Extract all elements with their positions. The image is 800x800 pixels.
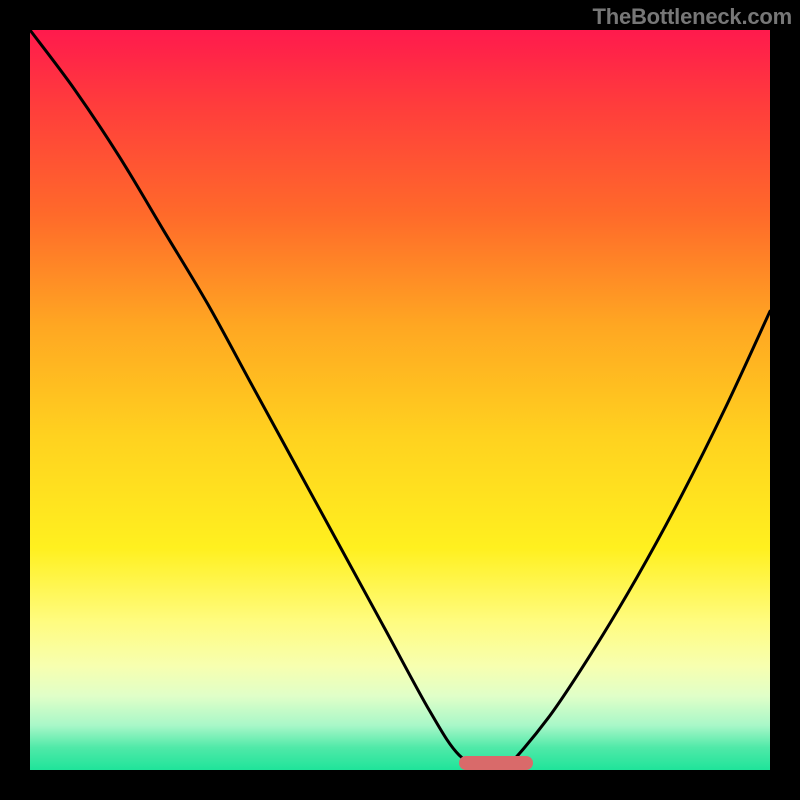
optimal-range-marker: [459, 756, 533, 770]
curve-path: [30, 30, 770, 774]
watermark-text: TheBottleneck.com: [592, 4, 792, 30]
plot-area: [30, 30, 770, 770]
chart-frame: TheBottleneck.com: [0, 0, 800, 800]
bottleneck-curve: [30, 30, 770, 770]
